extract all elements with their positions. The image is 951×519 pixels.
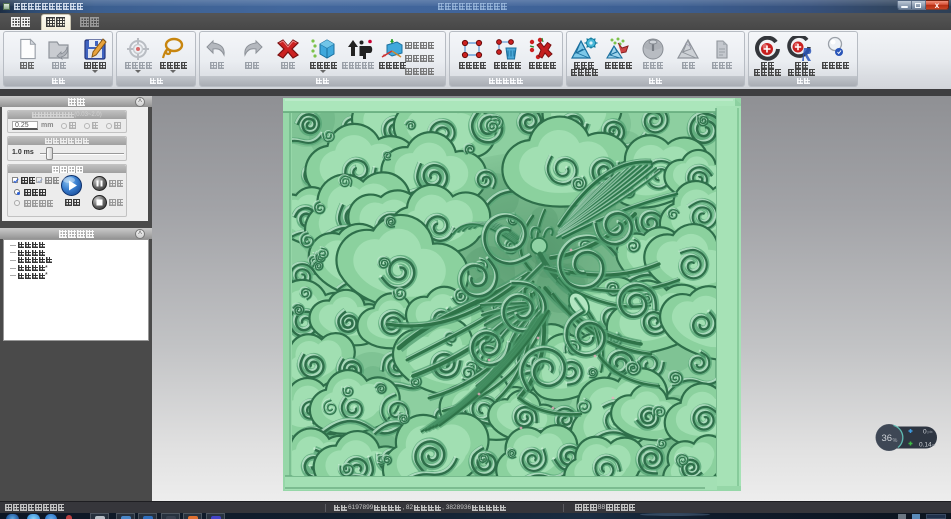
svg-text:pix: pix [928, 429, 933, 434]
svg-text:%: % [893, 438, 898, 444]
svg-text:36: 36 [882, 433, 893, 444]
svg-text:0: 0 [923, 429, 927, 436]
svg-text:0.14: 0.14 [919, 442, 932, 449]
